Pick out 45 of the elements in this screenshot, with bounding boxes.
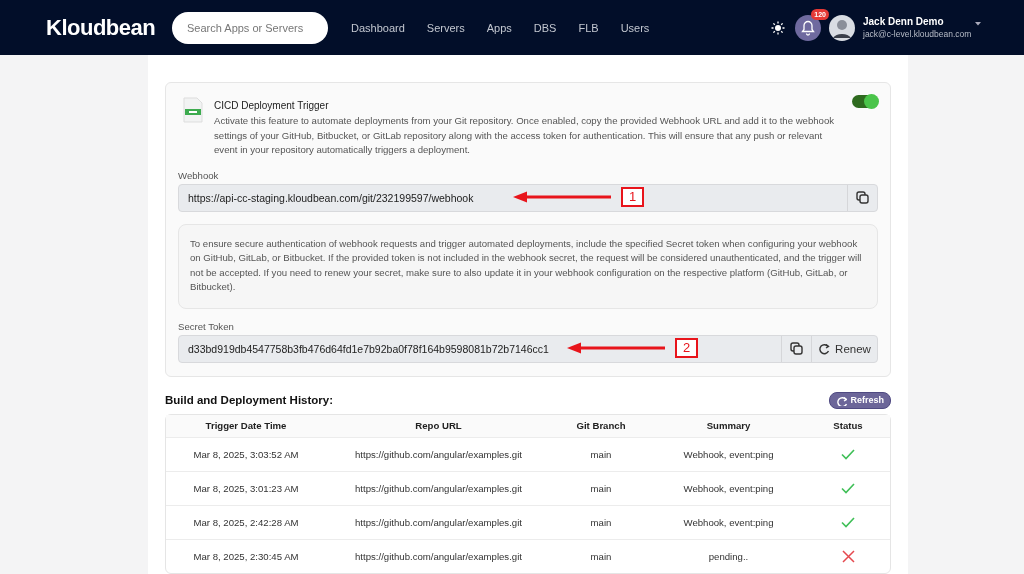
table-cell-text: Webhook, event:ping xyxy=(682,482,775,494)
card-description: Activate this feature to automate deployments from your Git repository. Once enabled, copy the provided Webhook URL and add it to the webhook settings of your GitHub, Bitbucket, or GitLab repository along with the access token for authentication. This will ensure that any push or relevant event in your repository automatically triggers a deployment. xyxy=(214,114,836,157)
nav-link[interactable]: Users xyxy=(620,21,650,34)
table-cell-text: https://github.com/angular/examples.git xyxy=(354,482,523,494)
table-cell-text: Webhook, event:ping xyxy=(682,516,775,528)
table-cell-text: main xyxy=(589,482,613,494)
column-header: Status xyxy=(832,420,864,431)
field-label: Webhook xyxy=(178,169,220,181)
table-cell-text: Webhook, event:ping xyxy=(682,448,775,460)
toggle-switch[interactable] xyxy=(852,95,878,108)
logo[interactable]: Kloudbean xyxy=(46,14,172,41)
bell-icon xyxy=(801,19,815,36)
nav-link[interactable]: FLB xyxy=(578,21,599,34)
table-cell-text: pending.. xyxy=(707,550,750,562)
table-cell-text: Mar 8, 2025, 3:01:23 AM xyxy=(192,482,300,494)
user-email: jack@c-level.kloudbean.com xyxy=(863,29,972,39)
sun-icon xyxy=(771,20,785,35)
file-icon xyxy=(182,97,204,123)
table-cell-text: https://github.com/angular/examples.git xyxy=(354,516,523,528)
field-label: Secret Token xyxy=(178,320,235,332)
column-header: Repo URL xyxy=(414,420,463,431)
table-cell-text: https://github.com/angular/examples.git xyxy=(354,448,523,460)
user-name: Jack Denn Demo xyxy=(863,16,945,27)
nav-link[interactable]: Apps xyxy=(486,21,512,34)
refresh-icon xyxy=(836,394,848,406)
caret-icon xyxy=(975,21,982,26)
column-header: Trigger Date Time xyxy=(204,420,288,431)
info-note: To ensure secure authentication of webhook requests and trigger automated deployments, include the specified Secret token when configuring your webhook on GitHub, GitLab, or Bitbucket. If the provided token is not included in the webhook secret, the request will be considered unauthenticated, and the trigger will not be accepted. If you need to renew your secret, make sure to also update it in your webhook configuration on the respective platform (GitHub, GitLab, or Bitbucket). xyxy=(178,223,878,309)
nav-link[interactable]: Dashboard xyxy=(351,21,405,34)
section-title: Build and Deployment History: xyxy=(165,394,334,406)
table-cell-text: main xyxy=(589,516,613,528)
search-field[interactable]: Search Apps or Servers xyxy=(172,11,328,44)
nav-link[interactable]: Servers xyxy=(426,21,465,34)
refresh-button[interactable]: Refresh xyxy=(829,391,891,409)
nav-link[interactable]: DBS xyxy=(533,21,557,34)
column-header: Git Branch xyxy=(575,420,627,431)
table-cell-text: Mar 8, 2025, 2:30:45 AM xyxy=(192,550,300,562)
card-title: CICD Deployment Trigger xyxy=(214,100,330,111)
avatar-icon xyxy=(829,14,855,41)
table-cell-text: main xyxy=(589,448,613,460)
table-cell-text: https://github.com/angular/examples.git xyxy=(354,550,523,562)
table-cell-text: Mar 8, 2025, 3:03:52 AM xyxy=(192,448,300,460)
table-cell-text: Mar 8, 2025, 2:42:28 AM xyxy=(192,516,300,528)
column-header: Summary xyxy=(705,420,752,431)
table-cell-text: main xyxy=(589,550,613,562)
